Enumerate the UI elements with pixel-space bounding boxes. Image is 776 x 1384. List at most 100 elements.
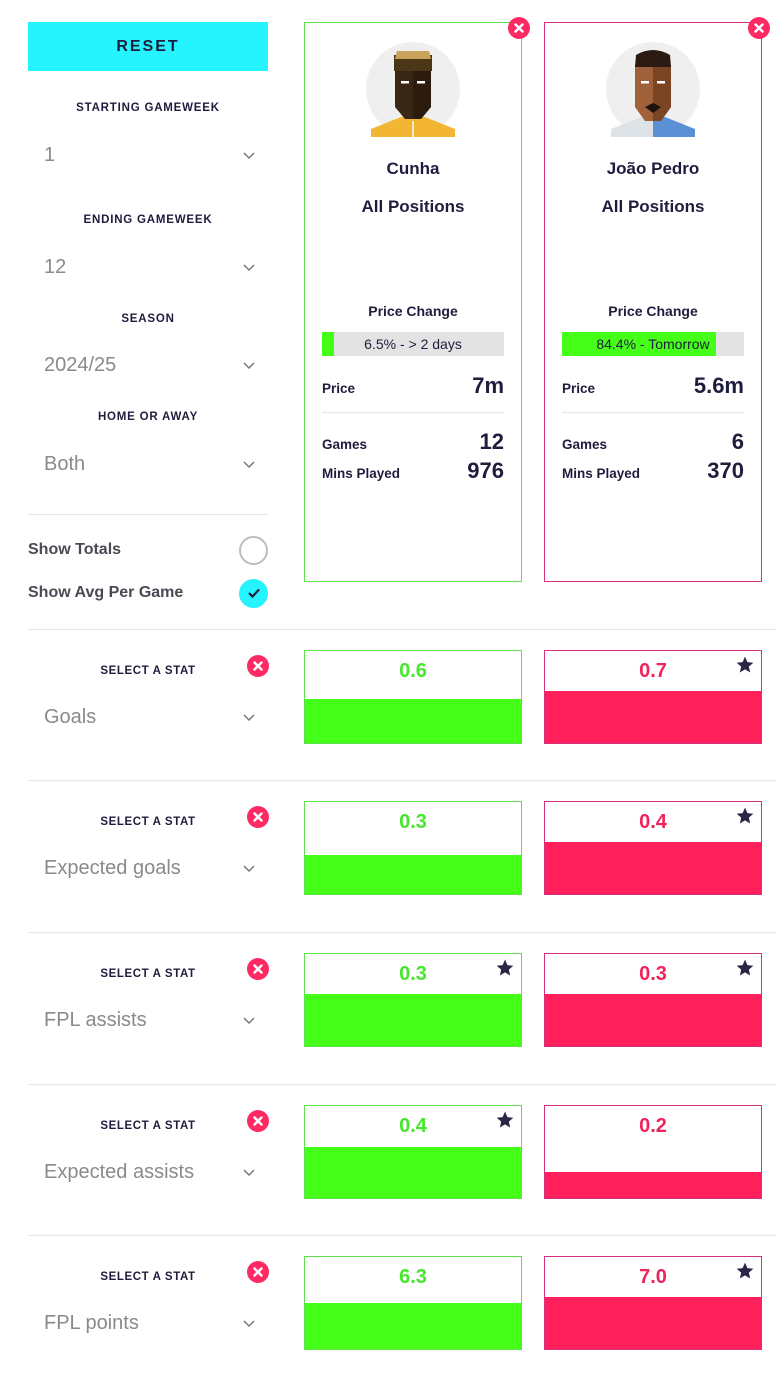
price-row: Price 7m: [322, 373, 504, 399]
star-icon: [736, 1262, 754, 1279]
home-or-away-select[interactable]: Both: [44, 449, 256, 479]
chevron-down-icon: [242, 457, 256, 471]
games-value: 6: [731, 429, 744, 454]
stat-value-box-player-1: 0.3: [304, 801, 522, 895]
show-totals-label: Show Totals: [28, 541, 122, 558]
checkmark-icon: [247, 588, 260, 599]
price-change-bar: 6.5% - > 2 days: [322, 332, 504, 356]
chevron-down-icon: [242, 1013, 256, 1027]
select-stat-label: SELECT A STAT: [100, 816, 196, 828]
divider: [562, 412, 744, 413]
stat-bar-fill: [545, 1297, 761, 1349]
close-icon: [253, 812, 263, 822]
mins-played-row: Mins Played 976: [322, 458, 504, 484]
stat-select-value: FPL points: [44, 1311, 139, 1334]
star-icon: [736, 959, 754, 976]
remove-player-button[interactable]: [748, 17, 770, 39]
remove-player-button[interactable]: [508, 17, 530, 39]
stat-select[interactable]: Goals: [44, 702, 256, 732]
mins-played-label: Mins Played: [562, 466, 641, 481]
player-card-cunha: Cunha All Positions Price Change 6.5% - …: [304, 17, 530, 582]
select-stat-label: SELECT A STAT: [100, 1271, 196, 1283]
show-totals-radio[interactable]: [239, 535, 268, 565]
player-position: All Positions: [361, 197, 465, 216]
reset-button[interactable]: RESET: [28, 22, 268, 71]
select-stat-label: SELECT A STAT: [100, 968, 196, 980]
chevron-down-icon: [242, 710, 256, 724]
stat-bar-fill: [305, 855, 521, 894]
player-avatar: [605, 41, 701, 137]
price-row: Price 5.6m: [562, 373, 744, 399]
chevron-down-icon: [242, 148, 256, 162]
home-or-away-label: HOME OR AWAY: [97, 411, 199, 423]
stat-value: 7.0: [639, 1266, 667, 1288]
remove-stat-button[interactable]: [247, 655, 269, 677]
close-icon: [514, 23, 524, 33]
stat-select[interactable]: Expected assists: [44, 1157, 256, 1187]
mins-played-label: Mins Played: [322, 466, 401, 481]
divider: [28, 1084, 776, 1085]
stat-bar-fill: [305, 994, 521, 1046]
select-stat-label: SELECT A STAT: [100, 1120, 196, 1132]
stat-value: 0.7: [639, 660, 667, 682]
starting-gameweek-select[interactable]: 1: [44, 140, 256, 170]
games-row: Games 6: [562, 429, 744, 455]
stat-value: 0.3: [639, 963, 667, 985]
price-label: Price: [322, 381, 356, 396]
player-avatar: [365, 41, 461, 137]
stat-bar-fill: [545, 842, 761, 894]
stat-value-box-player-2: 0.4: [544, 801, 762, 895]
chevron-down-icon: [242, 1165, 256, 1179]
stat-value-box-player-1: 0.4: [304, 1105, 522, 1199]
stat-value-box-player-2: 7.0: [544, 1256, 762, 1350]
star-icon: [736, 656, 754, 673]
star-icon: [736, 807, 754, 824]
close-icon: [253, 1267, 263, 1277]
show-avg-per-game-row[interactable]: Show Avg Per Game: [28, 578, 268, 608]
show-totals-row[interactable]: Show Totals: [28, 535, 268, 565]
mins-played-value: 976: [467, 458, 504, 483]
divider: [322, 412, 504, 413]
star-icon: [496, 959, 514, 976]
remove-stat-button[interactable]: [247, 1261, 269, 1283]
stat-value: 0.2: [639, 1115, 667, 1137]
season-select[interactable]: 2024/25: [44, 350, 256, 380]
stat-bar-fill: [545, 1172, 761, 1198]
chevron-down-icon: [242, 260, 256, 274]
show-avg-per-game-label: Show Avg Per Game: [28, 584, 184, 601]
select-stat-label: SELECT A STAT: [100, 665, 196, 677]
remove-stat-button[interactable]: [247, 806, 269, 828]
divider: [28, 514, 268, 515]
mins-played-row: Mins Played 370: [562, 458, 744, 484]
stat-value: 0.6: [399, 660, 427, 682]
stat-bar-fill: [545, 994, 761, 1046]
remove-stat-button[interactable]: [247, 958, 269, 980]
divider: [28, 932, 776, 933]
price-change-title: Price Change: [368, 303, 458, 319]
mins-played-value: 370: [707, 458, 744, 483]
stat-value-box-player-2: 0.2: [544, 1105, 762, 1199]
price-change-bar: 84.4% - Tomorrow: [562, 332, 744, 356]
show-avg-per-game-radio[interactable]: [239, 578, 268, 608]
starting-gameweek-label: STARTING GAMEWEEK: [76, 102, 220, 114]
price-label: Price: [562, 381, 596, 396]
stat-bar-fill: [545, 691, 761, 743]
games-label: Games: [322, 437, 368, 452]
starting-gameweek-value: 1: [44, 143, 56, 166]
ending-gameweek-select[interactable]: 12: [44, 252, 256, 282]
stat-select-value: Goals: [44, 705, 97, 728]
chevron-down-icon: [242, 1316, 256, 1330]
stat-select[interactable]: Expected goals: [44, 853, 256, 883]
stat-select[interactable]: FPL assists: [44, 1005, 256, 1035]
stat-select-value: FPL assists: [44, 1008, 147, 1031]
remove-stat-button[interactable]: [247, 1110, 269, 1132]
stat-bar-fill: [305, 1303, 521, 1349]
season-label: SEASON: [121, 313, 175, 325]
stat-bar-fill: [305, 1147, 521, 1198]
price-value: 5.6m: [693, 373, 744, 398]
games-row: Games 12: [322, 429, 504, 455]
stat-value: 6.3: [399, 1266, 427, 1288]
stat-value: 0.4: [399, 1115, 427, 1137]
games-label: Games: [562, 437, 608, 452]
stat-select[interactable]: FPL points: [44, 1308, 256, 1338]
